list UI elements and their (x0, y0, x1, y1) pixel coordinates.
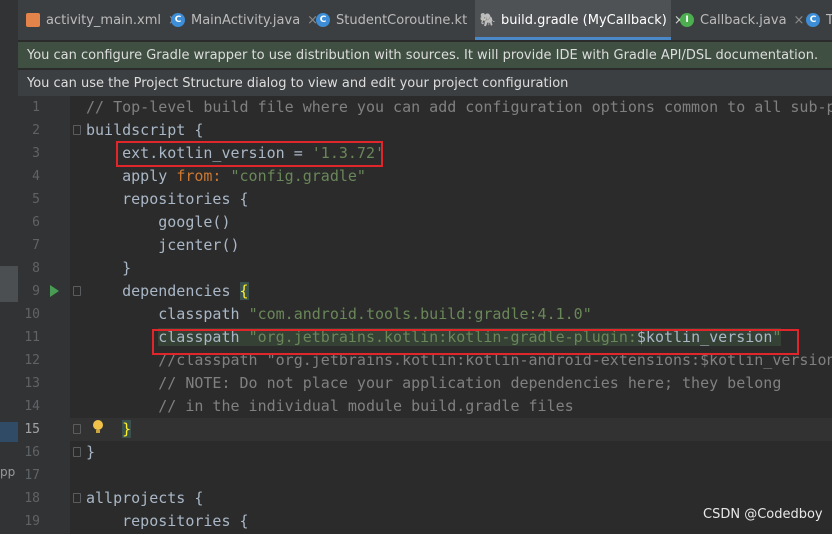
code-token: dependencies (86, 282, 240, 300)
code-line-5[interactable]: repositories { (86, 188, 248, 211)
line-number: 8 (32, 261, 40, 276)
gradle-icon: 🐘 (479, 12, 497, 28)
comment-text: // in the individual module build.gradle… (86, 397, 574, 415)
string-literal: "com.android.tools.build:gradle:4.1.0" (248, 305, 592, 323)
tab-build-gradle[interactable]: 🐘 build.gradle (MyCallback) × (475, 0, 685, 40)
project-structure-banner: You can use the Project Structure dialog… (18, 70, 832, 96)
code-token: apply (86, 167, 177, 185)
code-line-13[interactable]: // NOTE: Do not place your application d… (86, 372, 781, 395)
tab-activity-main-xml[interactable]: activity_main.xml × (26, 0, 179, 40)
code-token: classpath (86, 305, 249, 323)
current-line-highlight (70, 418, 832, 441)
code-line-6[interactable]: google() (86, 211, 230, 234)
code-line-2[interactable]: buildscript { (86, 119, 203, 142)
line-number: 17 (24, 468, 40, 483)
line-number: 9 (32, 284, 40, 299)
tab-label: build.gradle (MyCallback) (501, 12, 667, 28)
java-class-icon: C (806, 13, 820, 27)
line-number: 4 (32, 169, 40, 184)
line-number: 15 (24, 422, 40, 437)
kotlin-class-icon: C (316, 13, 330, 27)
run-gutter-icon[interactable] (50, 285, 59, 297)
line-number: 5 (32, 192, 40, 207)
fold-marker-icon[interactable] (73, 424, 81, 434)
code-line-15[interactable]: } (86, 418, 132, 441)
code-line-10[interactable]: classpath "com.android.tools.build:gradl… (86, 303, 592, 326)
line-number: 6 (32, 215, 40, 230)
comment-text: // Top-level build file where you can ad… (86, 98, 832, 116)
code-line-16[interactable]: } (86, 441, 95, 464)
panel-selection (0, 266, 18, 302)
active-tab-indicator (475, 37, 671, 40)
tab-label: StudentCoroutine.kt (336, 12, 468, 28)
panel-item-text: pp (0, 465, 16, 479)
code-line-7[interactable]: jcenter() (86, 234, 239, 257)
line-number: 10 (24, 307, 40, 322)
tab-label: MainActivity.java (191, 12, 301, 28)
code-line-19[interactable]: repositories { (86, 510, 248, 533)
tab-callback-java[interactable]: I Callback.java × (680, 0, 804, 40)
line-number: 11 (24, 330, 40, 345)
code-line-4[interactable]: apply from: "config.gradle" (86, 165, 366, 188)
matched-brace: { (239, 282, 249, 300)
comment-text: // NOTE: Do not place your application d… (86, 374, 782, 392)
keyword: from: (176, 167, 231, 185)
java-class-icon: C (171, 13, 185, 27)
fold-marker-icon[interactable] (73, 447, 81, 457)
gradle-wrapper-banner: You can configure Gradle wrapper to use … (18, 42, 832, 68)
line-number: 1 (32, 100, 40, 115)
project-panel-edge[interactable]: pp (0, 40, 18, 534)
tab-truncated[interactable]: C T (806, 0, 832, 40)
line-number: 3 (32, 146, 40, 161)
panel-selection-active (0, 422, 18, 442)
tab-bar-left-strip (0, 0, 18, 40)
watermark: CSDN @Codedboy (703, 507, 823, 522)
line-number: 12 (24, 353, 40, 368)
code-line-18[interactable]: allprojects { (86, 487, 203, 510)
tab-label: Callback.java (700, 12, 787, 28)
line-number: 14 (24, 399, 40, 414)
close-icon[interactable]: × (794, 13, 805, 28)
annotation-box (152, 329, 799, 355)
code-line-14[interactable]: // in the individual module build.gradle… (86, 395, 574, 418)
annotation-box (116, 141, 383, 167)
matched-brace: } (122, 420, 132, 438)
editor-tab-bar: activity_main.xml × C MainActivity.java … (0, 0, 832, 40)
line-number: 7 (32, 238, 40, 253)
code-line-1[interactable]: // Top-level build file where you can ad… (86, 96, 832, 119)
code-line-8[interactable]: } (86, 257, 131, 280)
banner-text: You can use the Project Structure dialog… (27, 75, 569, 91)
xml-file-icon (26, 13, 40, 27)
fold-marker-icon[interactable] (73, 286, 81, 296)
tab-label: activity_main.xml (46, 12, 162, 28)
fold-marker-icon[interactable] (73, 493, 81, 503)
code-line-9[interactable]: dependencies { (86, 280, 249, 303)
banner-text: You can configure Gradle wrapper to use … (27, 47, 819, 63)
java-interface-icon: I (680, 13, 694, 27)
fold-marker-icon[interactable] (73, 125, 81, 135)
tab-mainactivity-java[interactable]: C MainActivity.java × (171, 0, 318, 40)
tab-studentcoroutine-kt[interactable]: C StudentCoroutine.kt × (316, 0, 485, 40)
line-number: 13 (24, 376, 40, 391)
line-number: 16 (24, 445, 40, 460)
string-literal: "config.gradle" (230, 167, 366, 185)
tab-label: T (826, 12, 832, 28)
line-number: 18 (24, 491, 40, 506)
line-number: 19 (24, 514, 40, 529)
line-number: 2 (32, 123, 40, 138)
